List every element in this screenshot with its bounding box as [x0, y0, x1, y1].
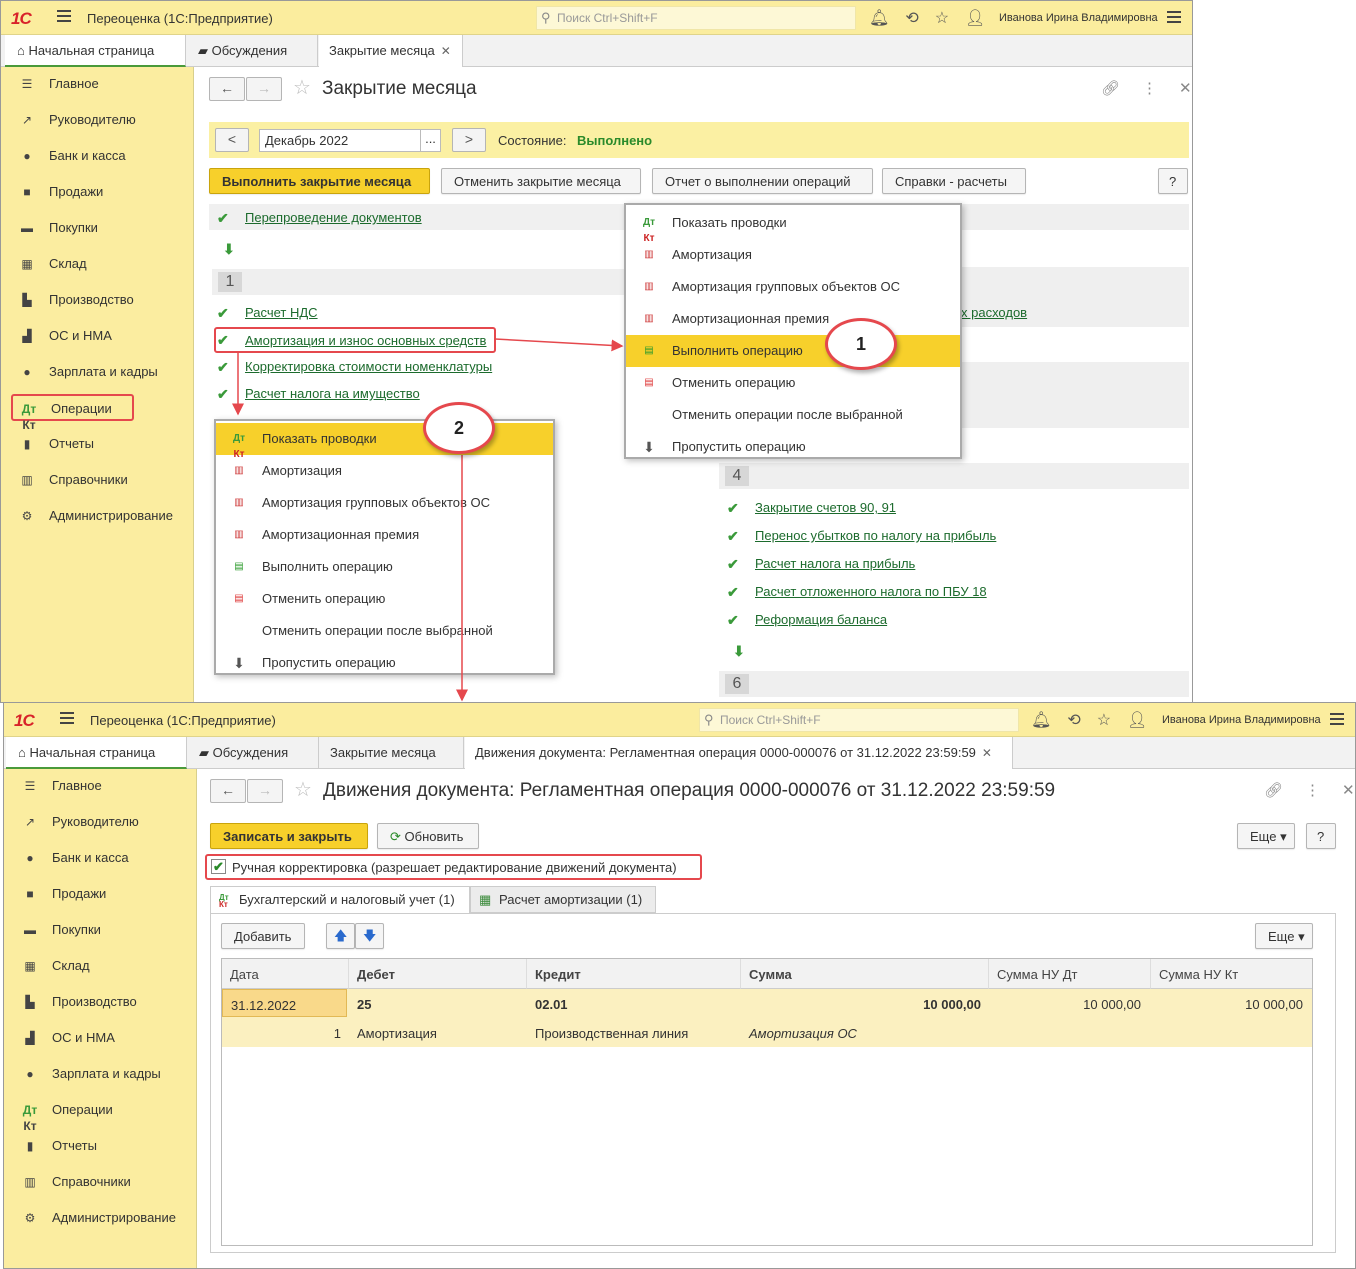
cell-sum-nu-dt[interactable]: 10 000,00: [989, 989, 1149, 1019]
search-icon: ⚲: [704, 712, 714, 727]
col-credit[interactable]: Кредит: [527, 959, 741, 989]
star-icon[interactable]: ☆: [1097, 710, 1111, 730]
form-title: Движения документа: Регламентная операци…: [323, 780, 1056, 801]
cell-sum[interactable]: 10 000,00: [741, 989, 989, 1019]
sidebar-item-reports[interactable]: ▮ Отчеты: [12, 1133, 192, 1159]
more-button[interactable]: Еще ▾: [1237, 823, 1295, 849]
1c-logo: 1С: [14, 711, 35, 730]
manual-correction-label[interactable]: Ручная корректировка (разрешает редактир…: [232, 860, 677, 875]
truck-icon: ▟: [25, 1031, 35, 1045]
cell-content[interactable]: Амортизация ОС: [741, 1018, 865, 1048]
bell-icon[interactable]: 🔔︎: [1031, 710, 1051, 730]
col-sum-nu-dt[interactable]: Сумма НУ Дт: [989, 959, 1151, 989]
trend-icon: ↗: [24, 815, 36, 829]
sidebar-item-main[interactable]: ☰ Главное: [12, 773, 192, 799]
sidebar-item-sales[interactable]: ■ Продажи: [12, 881, 192, 907]
col-sum[interactable]: Сумма: [741, 959, 989, 989]
sidebar-item-payroll[interactable]: ● Зарплата и кадры: [12, 1061, 192, 1087]
gear-icon: ⚙: [24, 1211, 36, 1225]
chevron-down-icon: ▾: [1294, 929, 1305, 944]
chevron-down-icon: ▾: [1276, 829, 1287, 844]
form-top-icons: 🔗︎ ⋮ ✕: [1264, 781, 1355, 799]
cell-date[interactable]: 31.12.2022: [222, 989, 347, 1017]
chat-icon: ▰: [199, 745, 213, 760]
factory-icon: ▙: [25, 995, 35, 1009]
add-button[interactable]: Добавить: [221, 923, 305, 949]
cell-credit-subconto[interactable]: Производственная линия: [527, 1018, 696, 1048]
cell-debit-subconto[interactable]: Амортизация: [349, 1018, 445, 1048]
user-name[interactable]: Иванова Ирина Владимировна: [1162, 714, 1321, 726]
sidebar-item-warehouse[interactable]: ▦ Склад: [12, 953, 192, 979]
settings-menu-icon[interactable]: [1330, 713, 1344, 727]
sidebar-item-production[interactable]: ▙ Производство: [12, 989, 192, 1015]
col-debit[interactable]: Дебет: [349, 959, 527, 989]
col-date[interactable]: Дата: [222, 959, 349, 989]
forward-button[interactable]: →: [247, 779, 283, 803]
home-icon: ⌂: [18, 745, 30, 760]
title-bar: 1С Переоценка (1С:Предприятие) ⚲ Поиск Ct…: [4, 703, 1355, 737]
cell-line-number: 1: [333, 1026, 341, 1041]
close-icon[interactable]: ✕: [1342, 781, 1355, 799]
col-sum-nu-kt[interactable]: Сумма НУ Кт: [1151, 959, 1312, 989]
table-more-button[interactable]: Еще ▾: [1255, 923, 1313, 949]
move-down-button[interactable]: 🡇: [355, 923, 384, 949]
title-icons: 🔔︎ ⟲ ☆ 👤︎: [1031, 710, 1147, 730]
tab-document-movements[interactable]: Движения документа: Регламентная операци…: [465, 737, 1013, 769]
tab-depreciation-calc[interactable]: ▦ Расчет амортизации (1): [470, 886, 656, 913]
arrow-to-menu-1: [494, 338, 624, 352]
callout-2: 2: [423, 402, 495, 454]
save-close-button[interactable]: Записать и закрыть: [210, 823, 368, 849]
tab-discussions[interactable]: ▰ Обсуждения: [189, 737, 319, 769]
dt-kt-icon: Дт Кт: [22, 1103, 38, 1133]
back-button[interactable]: ←: [210, 779, 246, 803]
move-up-button[interactable]: 🡅: [326, 923, 355, 949]
book-icon: ▥: [24, 1175, 36, 1189]
close-tab-icon[interactable]: ✕: [982, 746, 992, 760]
tab-month-close[interactable]: Закрытие месяца: [320, 737, 464, 769]
tab-home[interactable]: ⌂ Начальная страница: [6, 737, 187, 769]
bag-icon: ■: [26, 887, 34, 901]
menu-icon[interactable]: [60, 712, 74, 726]
sidebar-item-catalogs[interactable]: ▥ Справочники: [12, 1169, 192, 1195]
sidebar-item-assets[interactable]: ▟ ОС и НМА: [12, 1025, 192, 1051]
search-input[interactable]: ⚲ Поиск Ctrl+Shift+F: [699, 708, 1019, 732]
grid-icon: ▦: [24, 959, 36, 973]
coin-icon: ●: [26, 851, 34, 865]
link-icon[interactable]: 🔗︎: [1264, 781, 1283, 799]
cell-debit[interactable]: 25: [349, 989, 379, 1019]
history-icon[interactable]: ⟲: [1067, 710, 1080, 730]
sidebar-item-manager[interactable]: ↗ Руководителю: [12, 809, 192, 835]
callout-1: 1: [825, 318, 897, 370]
sidebar-item-admin[interactable]: ⚙ Администрирование: [12, 1205, 192, 1231]
sidebar: ☰ Главное ↗ Руководителю ● Банк и касса ■ Пр…: [4, 769, 197, 1268]
dt-kt-icon: Дт Кт: [219, 893, 229, 909]
more-vertical-icon[interactable]: ⋮: [1305, 781, 1320, 799]
refresh-button[interactable]: ⟳ Обновить: [377, 823, 479, 849]
tab-accounting[interactable]: Дт Кт Бухгалтерский и налоговый учет (1): [210, 886, 470, 914]
person-icon: ●: [26, 1067, 34, 1081]
user-icon[interactable]: 👤︎: [1127, 710, 1147, 730]
sidebar-item-bank[interactable]: ● Банк и касса: [12, 845, 192, 871]
bottom-window: 1С Переоценка (1С:Предприятие) ⚲ Поиск Ct…: [3, 702, 1356, 1269]
list-icon: ☰: [24, 779, 36, 793]
bar-chart-icon: ▮: [26, 1139, 34, 1153]
refresh-icon: ⟳: [390, 829, 405, 844]
cell-sum-nu-kt[interactable]: 10 000,00: [1151, 989, 1311, 1019]
cell-credit[interactable]: 02.01: [527, 989, 576, 1019]
tabs-bar: ⌂ Начальная страница ▰ Обсуждения Закрыт…: [4, 737, 1355, 769]
table-icon: ▦: [479, 892, 492, 907]
manual-correction-checkbox[interactable]: ✔: [211, 859, 226, 874]
cart-icon: ▬: [24, 923, 36, 937]
sidebar-item-operations[interactable]: Дт Кт Операции: [12, 1097, 192, 1133]
sidebar-item-purchases[interactable]: ▬ Покупки: [12, 917, 192, 943]
favorite-star-icon[interactable]: ☆: [294, 777, 312, 802]
app-title: Переоценка (1С:Предприятие): [90, 713, 276, 728]
help-button[interactable]: ?: [1306, 823, 1336, 849]
